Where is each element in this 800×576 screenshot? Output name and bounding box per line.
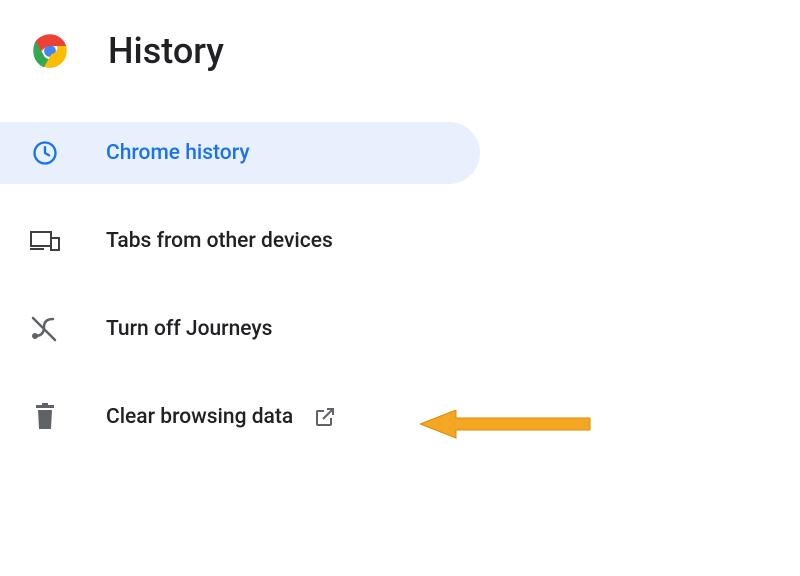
clock-icon bbox=[30, 139, 60, 167]
menu-item-label: Tabs from other devices bbox=[106, 229, 333, 253]
menu-item-clear-browsing-data[interactable]: Clear browsing data bbox=[0, 386, 480, 448]
menu-item-label: Clear browsing data bbox=[106, 405, 293, 429]
history-menu: Chrome history Tabs from other devices bbox=[0, 122, 800, 448]
menu-item-tabs-from-other-devices[interactable]: Tabs from other devices bbox=[0, 210, 480, 272]
open-in-new-icon bbox=[313, 405, 337, 429]
header: History bbox=[0, 30, 800, 72]
menu-item-turn-off-journeys[interactable]: Turn off Journeys bbox=[0, 298, 480, 360]
history-sidebar: History Chrome history Tabs from other bbox=[0, 0, 800, 448]
page-title: History bbox=[108, 30, 224, 72]
annotation-arrow-icon bbox=[420, 410, 620, 458]
menu-item-label: Chrome history bbox=[106, 141, 250, 165]
trash-icon bbox=[30, 403, 60, 431]
menu-item-label: Turn off Journeys bbox=[106, 317, 273, 341]
menu-item-chrome-history[interactable]: Chrome history bbox=[0, 122, 480, 184]
devices-icon bbox=[30, 229, 60, 253]
journeys-off-icon bbox=[30, 315, 60, 343]
chrome-logo-icon bbox=[30, 31, 70, 71]
